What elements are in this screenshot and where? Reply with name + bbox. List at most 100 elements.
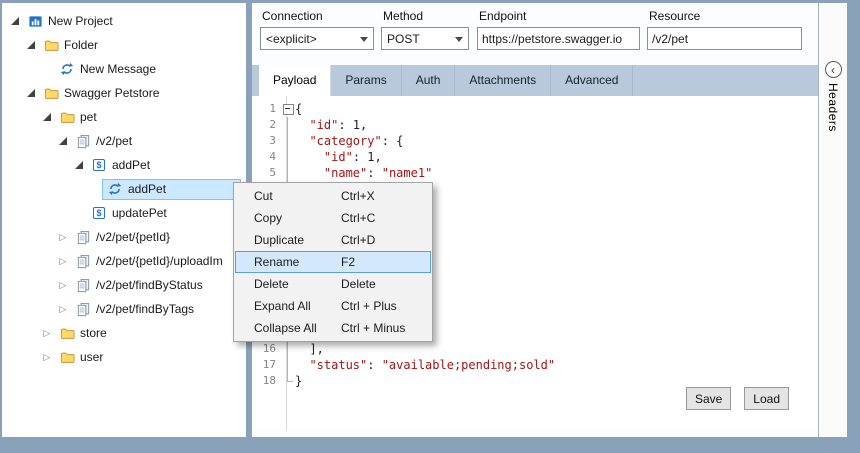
menu-item-expand-all[interactable]: Expand AllCtrl + Plus [235,295,431,317]
menu-item-delete[interactable]: DeleteDelete [235,273,431,295]
menu-item-rename[interactable]: RenameF2 [235,251,431,273]
tab-attachments[interactable]: Attachments [455,65,551,96]
method-group: Method POST [381,9,469,50]
tree-item-v2-pet-petid[interactable]: /v2/pet/{petId} [2,225,246,249]
expand-headers-button[interactable]: ‹ [825,61,842,78]
menu-item-label: Duplicate [254,229,304,251]
tree-item-v2-pet[interactable]: /v2/pet [2,129,246,153]
fold-guide [282,165,295,181]
line-number: 16 [252,341,282,357]
tab-auth[interactable]: Auth [402,65,456,96]
tree-item-store[interactable]: store [2,321,246,345]
tree-item-content: /v2/pet/findByTags [70,299,199,320]
tree-expander-icon[interactable] [56,278,70,292]
dollar-icon: $ [91,205,107,221]
tree-expander-icon[interactable] [56,230,70,244]
headers-panel[interactable]: ‹ Headers [818,3,847,437]
method-value: POST [387,32,420,46]
tree-item-label: addPet [112,158,150,172]
tree-item-label: /v2/pet [96,134,132,148]
tree-item-content: /v2/pet/{petId}/uploadIm [70,251,228,272]
resource-label: Resource [647,9,802,23]
tree-item-v2-pet-petid-uploadim[interactable]: /v2/pet/{petId}/uploadIm [2,249,246,273]
dollar-icon: $ [91,157,107,173]
tree-item-content: $ addPet [86,155,155,176]
save-button[interactable]: Save [686,387,731,410]
fold-guide [282,133,295,149]
line-number: 18 [252,373,282,389]
code-line: 1{ [252,101,818,117]
fold-guide [282,341,295,357]
dropdown-arrow-icon [455,37,463,42]
chevron-left-icon: ‹ [831,64,835,76]
tree-item-new-project[interactable]: New Project [2,9,246,33]
tree-item-user[interactable]: user [2,345,246,369]
tree-item-content: /v2/pet [70,131,137,152]
tree-expander-icon[interactable] [56,254,70,268]
folder-icon [43,37,59,53]
tree-item-pet[interactable]: pet [2,105,246,129]
method-label: Method [381,9,469,23]
tree-item-new-message[interactable]: New Message [2,57,246,81]
tree-item-addpet[interactable]: addPet [2,177,246,201]
menu-item-shortcut: Ctrl+X [341,185,375,207]
tree-item-v2-pet-findbystatus[interactable]: /v2/pet/findByStatus [2,273,246,297]
tree-item-updatepet[interactable]: $ updatePet [2,201,246,225]
tree-expander-icon[interactable] [72,158,86,172]
menu-item-copy[interactable]: CopyCtrl+C [235,207,431,229]
tree-expander-icon[interactable] [56,134,70,148]
editor-buttons: Save Load [686,387,789,410]
document-icon [75,277,91,293]
menu-item-duplicate[interactable]: DuplicateCtrl+D [235,229,431,251]
endpoint-input[interactable] [477,27,640,50]
tree-expander-icon[interactable] [8,14,22,28]
menu-item-shortcut: Ctrl + Plus [341,295,397,317]
tree-item-folder[interactable]: Folder [2,33,246,57]
fold-guide [282,149,295,165]
tab-payload[interactable]: Payload [259,65,331,96]
connection-select[interactable]: <explicit> [260,27,374,50]
tree-item-swagger-petstore[interactable]: Swagger Petstore [2,81,246,105]
project-tree: New Project FolderNew Message Swagger Pets… [2,3,246,437]
menu-item-cut[interactable]: CutCtrl+X [235,185,431,207]
code-text: "name": "name1" [295,165,432,181]
line-number: 4 [252,149,282,165]
tab-advanced[interactable]: Advanced [551,65,633,96]
resource-input[interactable] [647,27,802,50]
resource-group: Resource [647,9,802,50]
tree-expander-icon[interactable] [24,86,38,100]
method-select[interactable]: POST [381,27,469,50]
code-line: 16 ], [252,341,818,357]
fold-guide [282,357,295,373]
document-icon [75,253,91,269]
folder-icon [59,109,75,125]
menu-item-shortcut: F2 [341,251,355,273]
tree-item-label: Swagger Petstore [64,86,159,100]
tree-item-addpet[interactable]: $ addPet [2,153,246,177]
folder-icon [43,85,59,101]
load-button[interactable]: Load [744,387,789,410]
tree-expander-icon[interactable] [40,350,54,364]
tree-item-label: updatePet [112,206,167,220]
tree-item-label: New Project [48,14,113,28]
tree-item-label: /v2/pet/{petId}/uploadIm [96,254,223,268]
document-icon [75,133,91,149]
menu-item-collapse-all[interactable]: Collapse AllCtrl + Minus [235,317,431,339]
tree-item-label: user [80,350,103,364]
connection-value: <explicit> [266,32,317,46]
tree-item-content: user [54,347,108,368]
line-number: 17 [252,357,282,373]
tree-expander-icon[interactable] [24,38,38,52]
tree-item-v2-pet-findbytags[interactable]: /v2/pet/findByTags [2,297,246,321]
connection-group: Connection <explicit> [260,9,374,50]
code-text: "category": { [295,133,403,149]
tree-expander-icon[interactable] [40,326,54,340]
fold-collapse-icon[interactable] [282,101,295,117]
tree-item-content: /v2/pet/findByStatus [70,275,208,296]
tab-strip: PayloadParamsAuthAttachmentsAdvanced [252,65,818,96]
menu-item-shortcut: Delete [341,273,376,295]
tree-expander-icon[interactable] [40,110,54,124]
app-window: New Project FolderNew Message Swagger Pets… [0,0,860,453]
tab-params[interactable]: Params [331,65,401,96]
tree-expander-icon[interactable] [56,302,70,316]
